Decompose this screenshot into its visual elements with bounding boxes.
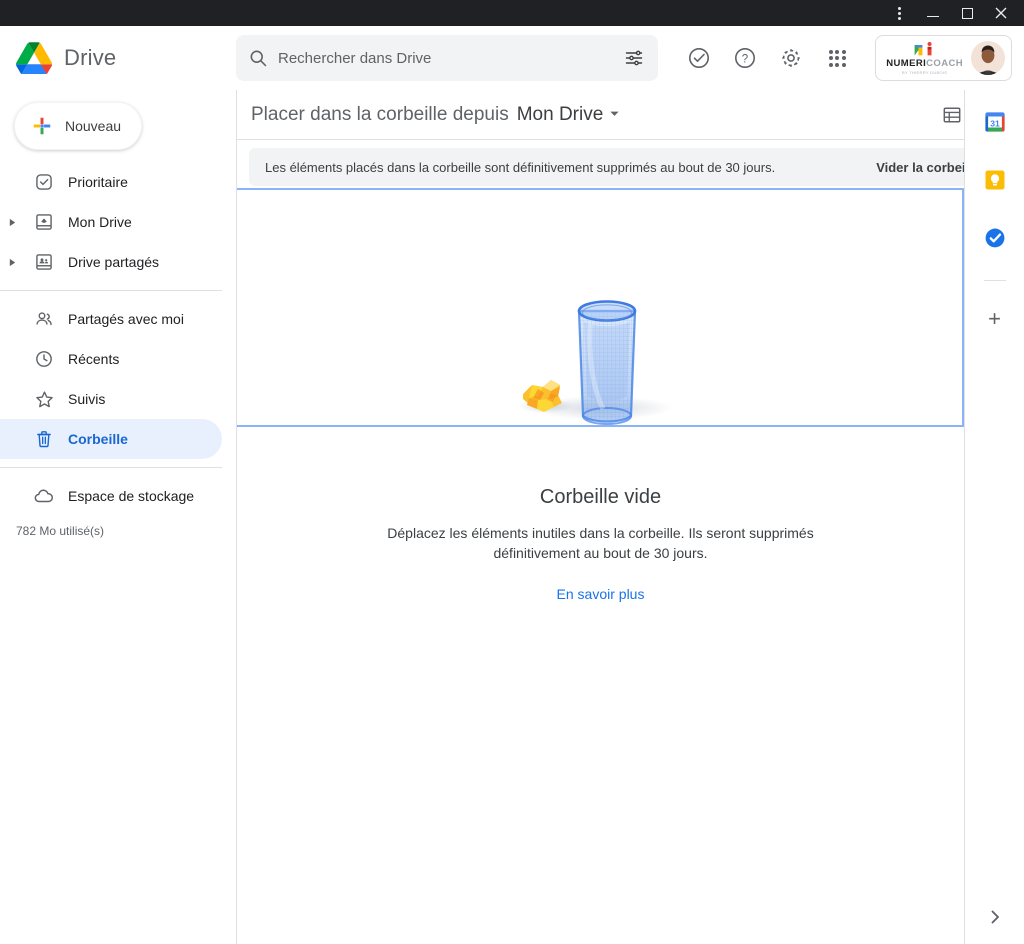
google-apps-grid-icon[interactable] [817,38,857,78]
shared-drives-icon [24,252,64,272]
plus-colored-icon [33,117,51,135]
sidebar-item-label: Récents [68,351,120,367]
account-chip[interactable]: NUMERICOACH BY THIERRY DUBOIS [875,35,1012,81]
kebab-menu-icon [897,6,901,20]
sidebar-item-mon-drive[interactable]: Mon Drive [0,202,222,242]
search-icon [250,50,267,67]
maximize-icon [961,7,973,19]
empty-state-title: Corbeille vide [539,486,662,508]
sidebar-item-label: Corbeille [68,431,128,447]
numericoach-word-b: COACH [926,58,963,70]
search-box[interactable] [236,35,658,81]
main-content: Placer dans la corbeille depuis Mon Driv… [236,90,1024,944]
learn-more-link[interactable]: En savoir plus [557,586,645,602]
new-button[interactable]: Nouveau [14,102,142,150]
empty-state-description: Déplacez les éléments inutiles dans la c… [387,525,814,562]
sidebar-item-drive-partages[interactable]: Drive partagés [0,242,222,282]
product-name: Drive [64,45,117,70]
minimize-icon [927,16,939,17]
google-drive-logo [16,42,52,74]
window-menu-button[interactable] [882,0,916,26]
app-header: Drive ? [0,26,1024,90]
numericoach-tagline: BY THIERRY DUBOIS [902,69,948,75]
support-status-icon[interactable] [679,38,719,78]
header-icons: ? NUMERICOACH BY THIERRY DUBOIS [679,35,1024,81]
settings-gear-icon[interactable] [771,38,811,78]
rail-divider [983,280,1006,281]
content-header: Placer dans la corbeille depuis Mon Driv… [237,90,1024,140]
sidebar-item-prioritaire[interactable]: Prioritaire [0,162,222,202]
new-button-label: Nouveau [65,118,122,134]
google-calendar-icon[interactable]: 31 [977,104,1013,140]
svg-text:?: ? [742,54,748,66]
chevron-right-icon [991,910,999,924]
plus-icon: + [988,306,1001,331]
close-icon [995,7,1007,19]
trash-icon [24,429,64,449]
sidebar-item-suivis[interactable]: Suivis [0,379,222,419]
people-icon [24,309,64,329]
trash-retention-banner: Les éléments placés dans la corbeille so… [249,148,1006,186]
calendar-day-number: 31 [990,118,1000,128]
sidebar-item-label: Mon Drive [68,214,132,230]
numericoach-mark [914,42,932,56]
app-body: Nouveau Prioritaire Mon Drive Drive part… [0,90,1024,944]
sidebar-item-espace-de-stockage[interactable]: Espace de stockage [0,476,222,516]
sidebar-item-partages-avec-moi[interactable]: Partagés avec moi [0,299,222,339]
search-input[interactable] [278,49,614,67]
expand-caret-icon[interactable] [0,218,24,227]
sidebar: Nouveau Prioritaire Mon Drive Drive part… [0,90,236,944]
user-avatar[interactable] [971,41,1005,75]
window-titlebar [0,0,1024,26]
cloud-icon [24,485,64,507]
google-keep-icon[interactable] [977,162,1013,198]
breadcrumb-prefix: Placer dans la corbeille depuis [251,103,509,125]
numericoach-wordmark: NUMERICOACH [886,59,963,69]
sidebar-item-corbeille[interactable]: Corbeille [0,419,222,459]
priority-check-icon [24,172,64,192]
star-icon [24,389,64,410]
sidebar-item-recents[interactable]: Récents [0,339,222,379]
sidebar-item-label: Partagés avec moi [68,311,184,327]
search-area [236,35,679,81]
sidebar-divider-2 [0,467,222,468]
clock-icon [24,349,64,369]
breadcrumb-current[interactable]: Mon Drive [517,104,604,126]
sidebar-item-label: Suivis [68,391,106,407]
google-tasks-icon[interactable] [977,220,1013,256]
sidebar-item-label: Espace de stockage [68,488,195,504]
sidebar-item-label: Prioritaire [68,174,128,190]
sidebar-item-label: Drive partagés [68,254,160,270]
side-panel-rail: 31 + [964,90,1024,944]
chevron-down-icon[interactable] [609,106,620,124]
my-drive-icon [24,212,64,232]
expand-panel-button[interactable] [987,909,1003,930]
window-close-button[interactable] [984,0,1018,26]
window-maximize-button[interactable] [950,0,984,26]
help-icon[interactable]: ? [725,38,765,78]
expand-caret-icon[interactable] [0,258,24,267]
numericoach-word-a: NUMERI [886,58,927,70]
sidebar-divider-1 [0,290,222,291]
window-minimize-button[interactable] [916,0,950,26]
add-side-app-button[interactable]: + [977,301,1013,337]
brand-area[interactable]: Drive [0,42,236,74]
empty-trash-illustration [451,276,751,436]
numericoach-logo: NUMERICOACH BY THIERRY DUBOIS [886,41,963,75]
banner-text: Les éléments placés dans la corbeille so… [265,159,776,175]
search-options-icon[interactable] [624,48,644,68]
storage-used-text: 782 Mo utilisé(s) [16,524,105,538]
